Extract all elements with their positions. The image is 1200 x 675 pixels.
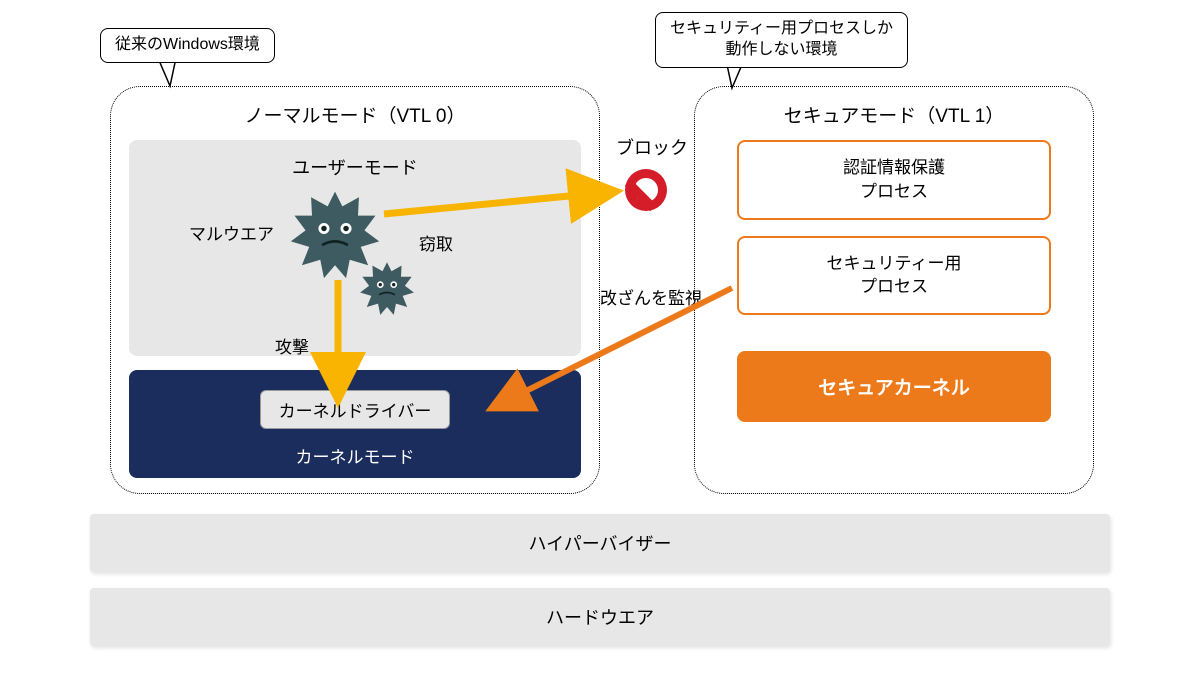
kernel-mode-box: カーネルドライバー カーネルモード — [129, 370, 581, 478]
attack-label: 攻撃 — [275, 333, 309, 358]
cred-protect-l2: プロセス — [860, 182, 928, 201]
user-mode-title: ユーザーモード — [143, 154, 567, 180]
callout-text-l2: 動作しない環境 — [726, 41, 838, 58]
hypervisor-label: ハイパーバイザー — [528, 534, 671, 554]
normal-mode-title: ノーマルモード（VTL 0） — [129, 101, 581, 128]
kernel-mode-label: カーネルモード — [143, 443, 567, 468]
hypervisor-layer: ハイパーバイザー — [90, 514, 1110, 572]
callout-text: 従来のWindows環境 — [115, 36, 260, 53]
block-icon — [622, 166, 670, 214]
secure-kernel-label: セキュアカーネル — [818, 378, 970, 399]
security-process-l2: プロセス — [860, 277, 928, 296]
steal-label: 窃取 — [419, 230, 453, 255]
callout-traditional-windows: 従来のWindows環境 — [100, 28, 275, 63]
cred-protect-l1: 認証情報保護 — [843, 158, 945, 177]
block-label: ブロック — [616, 134, 688, 160]
hardware-layer: ハードウエア — [90, 588, 1110, 646]
secure-mode-container: セキュアモード（VTL 1） 認証情報保護 プロセス セキュリティー用 プロセス… — [694, 86, 1094, 494]
callout-text-l1: セキュリティー用プロセスしか — [670, 20, 893, 37]
callout-tail-left — [152, 58, 182, 94]
hardware-label: ハードウエア — [546, 608, 654, 628]
security-process-box: セキュリティー用 プロセス — [737, 236, 1051, 316]
security-process-l1: セキュリティー用 — [827, 254, 962, 273]
malware-label: マルウエア — [189, 220, 274, 245]
diagram-root: 従来のWindows環境 セキュリティー用プロセスしか 動作しない環境 ノーマル… — [0, 0, 1200, 675]
secure-kernel-box: セキュアカーネル — [737, 351, 1051, 422]
monitor-label: 改ざんを監視 — [600, 284, 702, 309]
user-mode-box: ユーザーモード マルウエア 窃取 攻撃 — [129, 140, 581, 356]
virus-icon-small — [359, 260, 415, 321]
cred-protect-box: 認証情報保護 プロセス — [737, 140, 1051, 220]
secure-mode-title: セキュアモード（VTL 1） — [713, 101, 1075, 128]
callout-security-only: セキュリティー用プロセスしか 動作しない環境 — [655, 12, 908, 68]
kernel-driver-box: カーネルドライバー — [260, 390, 451, 429]
normal-mode-container: ノーマルモード（VTL 0） ユーザーモード マルウエア 窃取 攻撃 — [110, 86, 600, 494]
